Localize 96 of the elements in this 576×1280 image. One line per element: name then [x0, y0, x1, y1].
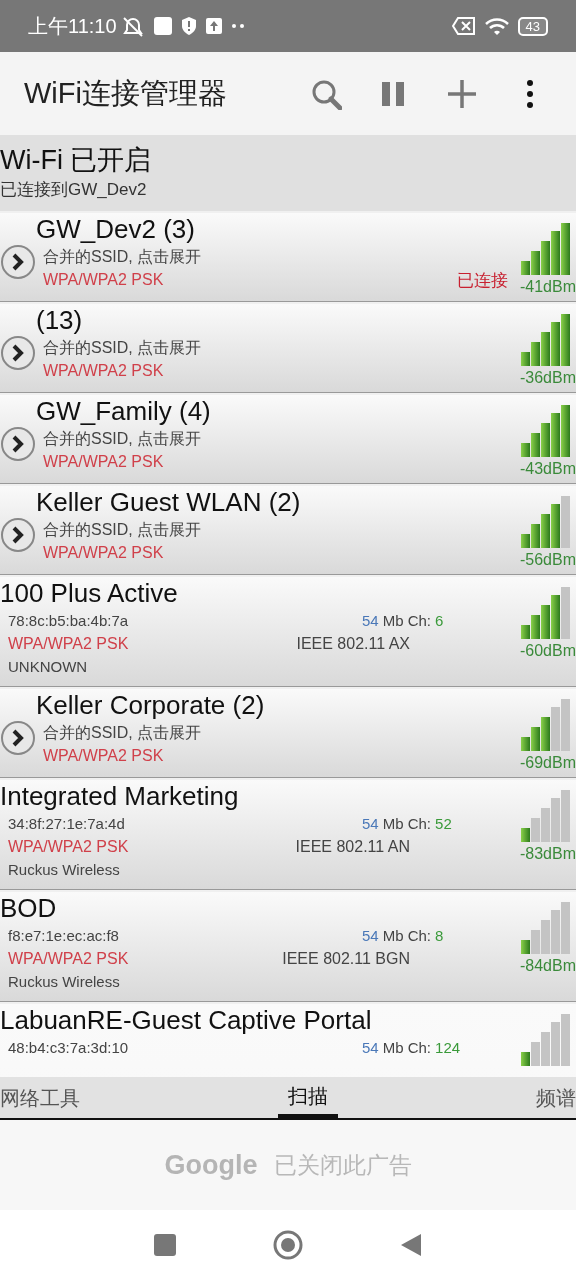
- network-name: GW_Dev2 (3): [36, 213, 196, 245]
- network-row[interactable]: GW_Family (4) 合并的SSID, 点击展开 WPA/WPA2 PSK -43dBm: [0, 393, 576, 484]
- network-row[interactable]: BOD f8:e7:1e:ec:ac:f8 54 Mb Ch: 8 WPA/WPA2 PSK IEEE 802.11 BGN Ruckus Wireless -84dBm: [0, 890, 576, 1002]
- connection-status: 已连接: [457, 270, 508, 292]
- back-button[interactable]: [399, 1232, 423, 1258]
- signal-strength-icon: [521, 1014, 570, 1066]
- rate-channel-label: Mb Ch:: [382, 814, 432, 834]
- expand-chevron-icon[interactable]: [0, 517, 36, 553]
- ad-closed-message: 已关闭此广告: [273, 1150, 412, 1180]
- security-type: WPA/WPA2 PSK: [43, 543, 164, 563]
- signal-reading: -43dBm: [519, 459, 576, 479]
- tab[interactable]: 网络工具: [0, 1077, 80, 1118]
- signal-strength-icon: [521, 223, 570, 275]
- expand-chevron-icon[interactable]: [0, 720, 36, 756]
- signal-strength-icon: [521, 496, 570, 548]
- link-rate: 54: [362, 1038, 379, 1058]
- wifi-standard: IEEE 802.11 AN: [295, 837, 410, 857]
- rate-channel-label: Mb Ch:: [382, 926, 432, 946]
- signal-reading: -36dBm: [519, 368, 576, 388]
- network-name: (13): [36, 304, 84, 336]
- shield-icon: [180, 16, 197, 36]
- link-rate: 54: [362, 814, 379, 834]
- signal-strength-icon: [521, 699, 570, 751]
- expand-chevron-icon[interactable]: [0, 244, 36, 280]
- security-type: WPA/WPA2 PSK: [8, 949, 129, 969]
- security-type: WPA/WPA2 PSK: [43, 746, 164, 766]
- recent-apps-button[interactable]: [153, 1233, 177, 1257]
- vendor-name: Ruckus Wireless: [7, 972, 121, 992]
- connected-network-text: 已连接到GW_Dev2: [0, 179, 148, 201]
- no-sim-icon: [451, 16, 476, 36]
- network-row[interactable]: LabuanRE-Guest Captive Portal 48:b4:c3:7a:3d:10 54 Mb Ch: 124: [0, 1002, 576, 1077]
- signal-reading: -83dBm: [519, 844, 576, 864]
- wifi-standard: IEEE 802.11 AX: [296, 634, 410, 654]
- more-notifications-icon: [230, 23, 245, 29]
- merged-ssid-hint: 合并的SSID, 点击展开: [42, 520, 203, 540]
- battery-level: 43: [517, 16, 548, 36]
- signal-strength-icon: [521, 587, 570, 639]
- network-name: Keller Corporate (2): [36, 689, 266, 721]
- vendor-name: Ruckus Wireless: [7, 860, 121, 880]
- merged-ssid-hint: 合并的SSID, 点击展开: [42, 723, 203, 743]
- network-name: Integrated Marketing: [0, 780, 240, 812]
- rate-channel-label: Mb Ch:: [382, 1038, 432, 1058]
- network-row[interactable]: 100 Plus Active 78:8c:b5:ba:4b:7a 54 Mb Ch: 6 WPA/WPA2 PSK IEEE 802.11 AX UNKNOWN -60dBm: [0, 575, 576, 687]
- network-name: 100 Plus Active: [0, 577, 179, 609]
- signal-reading: -41dBm: [519, 277, 576, 297]
- wifi-standard: IEEE 802.11 BGN: [282, 949, 410, 969]
- app-title: WiFi连接管理器: [24, 75, 227, 111]
- mac-address: 48:b4:c3:7a:3d:10: [8, 1038, 129, 1058]
- network-row[interactable]: Integrated Marketing 34:8f:27:1e:7a:4d 54 Mb Ch: 52 WPA/WPA2 PSK IEEE 802.11 AN Ruckus Wireless -83dBm: [0, 778, 576, 890]
- signal-reading: -84dBm: [519, 956, 576, 976]
- channel-number: 52: [435, 814, 452, 834]
- network-row[interactable]: (13) 合并的SSID, 点击展开 WPA/WPA2 PSK -36dBm: [0, 302, 576, 393]
- security-type: WPA/WPA2 PSK: [43, 361, 164, 381]
- vendor-name: UNKNOWN: [7, 657, 89, 677]
- upload-icon: [204, 17, 223, 35]
- signal-reading: -60dBm: [519, 641, 576, 661]
- channel-number: 6: [435, 611, 444, 631]
- link-rate: 54: [362, 926, 379, 946]
- merged-ssid-hint: 合并的SSID, 点击展开: [42, 338, 203, 358]
- home-button[interactable]: [272, 1229, 304, 1261]
- mac-address: 78:8c:b5:ba:4b:7a: [8, 611, 129, 631]
- security-type: WPA/WPA2 PSK: [43, 270, 164, 290]
- signal-strength-icon: [521, 314, 570, 366]
- security-type: WPA/WPA2 PSK: [43, 452, 164, 472]
- add-icon[interactable]: [446, 77, 478, 110]
- link-rate: 54: [362, 611, 379, 631]
- expand-chevron-icon[interactable]: [0, 426, 36, 462]
- network-row[interactable]: Keller Corporate (2) 合并的SSID, 点击展开 WPA/WPA2 PSK -69dBm: [0, 687, 576, 778]
- network-name: BOD: [0, 892, 58, 924]
- rate-channel-label: Mb Ch:: [382, 611, 432, 631]
- security-type: WPA/WPA2 PSK: [8, 837, 129, 857]
- merged-ssid-hint: 合并的SSID, 点击展开: [42, 247, 203, 267]
- expand-chevron-icon[interactable]: [0, 335, 36, 371]
- signal-reading: -56dBm: [519, 550, 576, 570]
- channel-number: 124: [435, 1038, 461, 1058]
- signal-strength-icon: [521, 902, 570, 954]
- network-name: GW_Family (4): [36, 395, 212, 427]
- mac-address: f8:e7:1e:ec:ac:f8: [8, 926, 119, 946]
- network-row[interactable]: Keller Guest WLAN (2) 合并的SSID, 点击展开 WPA/WPA2 PSK -56dBm: [0, 484, 576, 575]
- tab[interactable]: 频谱: [536, 1077, 576, 1118]
- signal-strength-icon: [521, 790, 570, 842]
- ad-brand-logo: Google: [164, 1148, 258, 1182]
- security-type: WPA/WPA2 PSK: [8, 634, 129, 654]
- signal-strength-icon: [521, 405, 570, 457]
- channel-number: 8: [435, 926, 444, 946]
- mac-address: 34:8f:27:1e:7a:4d: [8, 814, 125, 834]
- network-name: LabuanRE-Guest Captive Portal: [0, 1004, 373, 1036]
- app-icon: [152, 16, 173, 36]
- wifi-status-title: Wi-Fi 已开启: [0, 144, 153, 177]
- mute-icon: [120, 15, 145, 37]
- merged-ssid-hint: 合并的SSID, 点击展开: [42, 429, 203, 449]
- signal-reading: -69dBm: [519, 753, 576, 773]
- network-name: Keller Guest WLAN (2): [36, 486, 302, 518]
- status-time: 上午11:10: [28, 14, 117, 39]
- wifi-icon: [483, 16, 510, 36]
- network-row[interactable]: GW_Dev2 (3) 合并的SSID, 点击展开 WPA/WPA2 PSK 已连接 -41dBm: [0, 211, 576, 302]
